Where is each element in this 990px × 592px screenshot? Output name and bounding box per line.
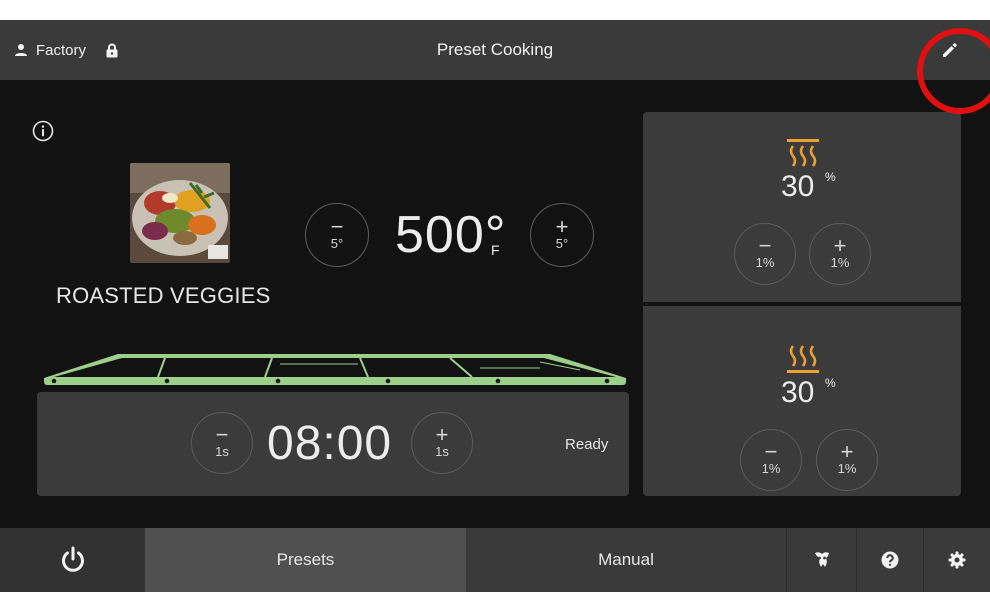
minus-sign: −	[764, 439, 778, 464]
help-icon	[881, 551, 899, 569]
temperature-unit: F	[491, 242, 500, 258]
top-heat-decrease-button[interactable]: − 1%	[734, 223, 796, 285]
bottom-heat-value: 30	[781, 376, 815, 409]
minus-sign: −	[758, 233, 772, 258]
bottom-heat-increase-button[interactable]: + 1%	[816, 429, 878, 491]
clean-button[interactable]	[786, 528, 856, 592]
recipe-name: ROASTED VEGGIES	[56, 283, 271, 308]
temperature-value: 500°	[395, 206, 507, 264]
app-screen: Factory Preset Cooking ROASTED VEGGIES −…	[0, 20, 990, 592]
timer-value: 08:00	[267, 417, 393, 470]
plus-sign: +	[435, 422, 449, 447]
top-heat-value: 30	[781, 170, 815, 203]
top-heater-icon	[787, 139, 819, 167]
power-icon	[61, 546, 84, 572]
status-text: Ready	[565, 436, 609, 453]
top-heat-panel: 30 % − 1% + 1%	[643, 112, 961, 302]
top-heat-unit: %	[825, 170, 836, 184]
step-label: 1%	[837, 461, 857, 476]
bottom-heat-panel: 30 % − 1% + 1%	[643, 306, 961, 496]
step-label: 1s	[215, 444, 229, 459]
power-button[interactable]	[0, 528, 145, 592]
temperature-increase-button[interactable]: + 5°	[530, 203, 594, 267]
step-label: 1%	[755, 255, 775, 270]
gear-icon	[948, 551, 966, 569]
minus-sign: −	[330, 214, 344, 239]
recipe-image	[130, 163, 230, 263]
bottom-heater-icon	[787, 345, 819, 373]
time-decrease-button[interactable]: − 1s	[191, 412, 253, 474]
conveyor-belt-graphic	[44, 354, 626, 385]
plus-sign: +	[555, 214, 569, 239]
plus-sign: +	[833, 233, 847, 258]
settings-button[interactable]	[923, 528, 990, 592]
time-increase-button[interactable]: + 1s	[411, 412, 473, 474]
tab-manual[interactable]: Manual	[466, 528, 786, 592]
plus-sign: +	[840, 439, 854, 464]
step-label: 1%	[830, 255, 850, 270]
top-heat-increase-button[interactable]: + 1%	[809, 223, 871, 285]
page-title: Preset Cooking	[436, 40, 554, 59]
help-button[interactable]	[856, 528, 923, 592]
header-bar: Factory Preset Cooking	[0, 20, 990, 80]
minus-sign: −	[215, 422, 229, 447]
timer-panel: − 1s 08:00 + 1s Ready	[37, 392, 629, 496]
step-label: 1s	[435, 444, 449, 459]
bottom-heat-decrease-button[interactable]: − 1%	[740, 429, 802, 491]
step-label: 5°	[330, 236, 344, 251]
step-label: 5°	[555, 236, 569, 251]
clean-icon	[814, 552, 829, 567]
bottom-heat-unit: %	[825, 376, 836, 390]
step-label: 1%	[761, 461, 781, 476]
temperature-decrease-button[interactable]: − 5°	[305, 203, 369, 267]
pencil-icon	[943, 43, 957, 57]
tab-presets[interactable]: Presets	[145, 528, 466, 592]
footer-bar: Presets Manual	[0, 528, 990, 592]
info-icon[interactable]	[32, 120, 54, 142]
edit-button[interactable]	[935, 35, 965, 65]
